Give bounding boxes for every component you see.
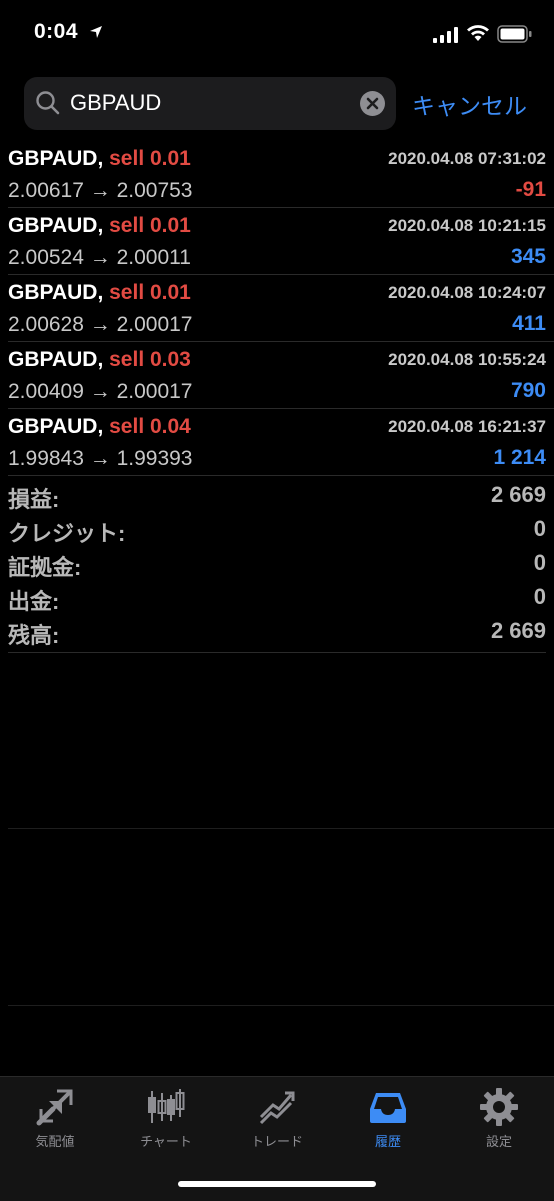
location-arrow-icon — [90, 26, 102, 38]
trade-symbol: GBPAUD, — [8, 348, 104, 371]
tab-trade[interactable]: トレード — [222, 1087, 332, 1157]
summary-row-withdrawal: 出金: 0 — [8, 584, 546, 618]
summary-value: 0 — [533, 584, 546, 609]
status-bar: 0:04 — [0, 0, 554, 70]
trade-profit: 1 214 — [493, 446, 546, 469]
clear-search-button[interactable] — [360, 91, 385, 116]
summary-value: 0 — [533, 550, 546, 575]
summary-row-credit: クレジット: 0 — [8, 516, 546, 550]
history-icon — [370, 1093, 406, 1123]
summary-label: クレジット: — [8, 521, 126, 546]
summary-label: 出金: — [8, 589, 60, 614]
home-indicator[interactable] — [178, 1181, 376, 1187]
trade-icon — [259, 1091, 295, 1125]
trade-prices: 2.00628 → 2.00017 — [8, 313, 193, 336]
summary-value: 0 — [533, 516, 546, 541]
search-input[interactable] — [70, 87, 370, 119]
tab-quotes[interactable]: 気配値 — [0, 1087, 110, 1157]
trade-symbol: GBPAUD, — [8, 281, 104, 304]
summary-label: 証拠金: — [8, 555, 82, 580]
trade-datetime: 2020.04.08 07:31:02 — [388, 149, 546, 168]
trade-side: sell 0.01 — [109, 147, 191, 170]
trade-prices: 1.99843 → 1.99393 — [8, 447, 193, 470]
trade-symbol: GBPAUD, — [8, 147, 104, 170]
tab-label: 履歴 — [374, 1134, 401, 1149]
search-bar — [24, 77, 396, 130]
trade-datetime: 2020.04.08 10:55:24 — [388, 350, 546, 369]
empty-row-divider — [8, 1005, 554, 1006]
trade-side: sell 0.03 — [109, 348, 191, 371]
trade-datetime: 2020.04.08 16:21:37 — [388, 417, 546, 436]
trade-profit: 790 — [510, 379, 546, 402]
trade-datetime: 2020.04.08 10:21:15 — [388, 216, 546, 235]
trade-profit: 411 — [512, 312, 546, 335]
search-icon — [36, 91, 60, 115]
trade-prices: 2.00617 → 2.00753 — [8, 179, 193, 202]
trade-row[interactable]: GBPAUD, sell 0.04 2020.04.08 16:21:37 1.… — [8, 409, 554, 476]
summary-value: 2 669 — [490, 482, 546, 507]
trade-row[interactable]: GBPAUD, sell 0.01 2020.04.08 10:24:07 2.… — [8, 275, 554, 342]
trade-datetime: 2020.04.08 10:24:07 — [388, 283, 546, 302]
summary-row-balance: 残高: 2 669 — [8, 618, 546, 652]
trade-profit: -91 — [515, 178, 546, 201]
tab-label: チャート — [140, 1134, 192, 1149]
clear-icon — [366, 97, 379, 110]
trade-side: sell 0.04 — [109, 415, 191, 438]
summary-label: 損益: — [8, 487, 60, 512]
cellular-signal-icon — [433, 27, 458, 43]
tab-chart[interactable]: チャート — [111, 1087, 221, 1157]
trade-row[interactable]: GBPAUD, sell 0.01 2020.04.08 10:21:15 2.… — [8, 208, 554, 275]
status-time: 0:04 — [34, 20, 79, 43]
tab-settings[interactable]: 設定 — [444, 1087, 554, 1157]
trade-side: sell 0.01 — [109, 214, 191, 237]
account-summary: 損益: 2 669 クレジット: 0 証拠金: 0 出金: 0 残高: 2 66… — [8, 482, 546, 653]
summary-label: 残高: — [8, 623, 60, 648]
battery-icon — [497, 25, 532, 43]
cancel-button[interactable]: キャンセル — [412, 87, 527, 121]
empty-row-divider — [8, 828, 554, 829]
tab-label: 設定 — [485, 1134, 512, 1149]
summary-value: 2 669 — [490, 618, 546, 643]
summary-row-profit: 損益: 2 669 — [8, 482, 546, 516]
trade-row[interactable]: GBPAUD, sell 0.01 2020.04.08 07:31:02 2.… — [8, 141, 554, 208]
trade-symbol: GBPAUD, — [8, 415, 104, 438]
trade-prices: 2.00409 → 2.00017 — [8, 380, 193, 403]
tab-label: 気配値 — [35, 1134, 75, 1149]
tab-history[interactable]: 履歴 — [333, 1087, 443, 1157]
settings-icon — [480, 1088, 518, 1126]
quotes-icon — [36, 1089, 73, 1126]
trade-side: sell 0.01 — [109, 281, 191, 304]
trade-profit: 345 — [510, 245, 546, 268]
trade-symbol: GBPAUD, — [8, 214, 104, 237]
chart-icon — [148, 1089, 185, 1123]
trade-history-list: GBPAUD, sell 0.01 2020.04.08 07:31:02 2.… — [0, 141, 554, 476]
wifi-icon — [467, 25, 489, 41]
tab-label: トレード — [250, 1134, 303, 1149]
summary-row-deposit: 証拠金: 0 — [8, 550, 546, 584]
trade-row[interactable]: GBPAUD, sell 0.03 2020.04.08 10:55:24 2.… — [8, 342, 554, 409]
trade-prices: 2.00524 → 2.00011 — [8, 246, 191, 269]
